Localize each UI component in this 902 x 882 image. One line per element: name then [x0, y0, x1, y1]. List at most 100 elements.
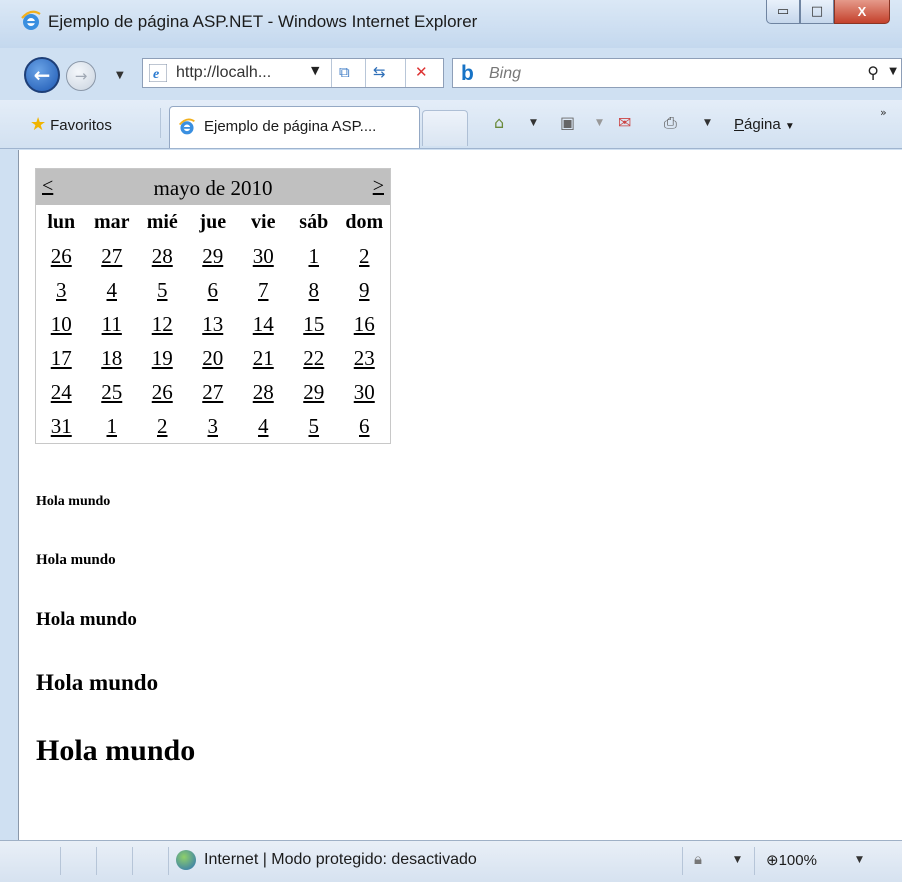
calendar-day-link[interactable]: 20	[188, 346, 239, 371]
calendar-day-link[interactable]: 8	[289, 278, 340, 303]
calendar-week-row: 3456789	[36, 273, 390, 307]
calendar-day-link[interactable]: 15	[289, 312, 340, 337]
search-input[interactable]: Bing	[489, 65, 521, 83]
feeds-dropdown-icon[interactable]: ▼	[596, 118, 603, 128]
globe-icon	[176, 850, 196, 870]
heading-4: Hola mundo	[36, 609, 137, 630]
stop-icon[interactable]: ✕	[415, 63, 428, 81]
calendar-day-link[interactable]: 4	[87, 278, 138, 303]
calendar-day-link[interactable]: 23	[339, 346, 390, 371]
calendar-day-link[interactable]: 21	[238, 346, 289, 371]
tab-active[interactable]: Ejemplo de página ASP....	[169, 106, 420, 148]
calendar-day-link[interactable]: 17	[36, 346, 87, 371]
calendar-day-link[interactable]: 9	[339, 278, 390, 303]
calendar-day-link[interactable]: 29	[188, 244, 239, 269]
minimize-button[interactable]: ▭	[766, 0, 800, 24]
calendar-day-link[interactable]: 28	[238, 380, 289, 405]
bing-logo-icon: b	[461, 62, 474, 85]
new-tab-button[interactable]	[422, 110, 468, 146]
recent-pages-dropdown-icon[interactable]: ▼	[116, 70, 124, 81]
calendar-day-link[interactable]: 13	[188, 312, 239, 337]
calendar-day-link[interactable]: 22	[289, 346, 340, 371]
calendar-day-link[interactable]: 26	[137, 380, 188, 405]
calendar-day-link[interactable]: 30	[238, 244, 289, 269]
page-menu-label: ágina	[744, 116, 781, 133]
ie-logo-icon	[21, 10, 41, 30]
calendar-day-link[interactable]: 1	[87, 414, 138, 439]
calendar-day-link[interactable]: 25	[87, 380, 138, 405]
back-button[interactable]: ←	[24, 57, 60, 93]
calendar-day-link[interactable]: 28	[137, 244, 188, 269]
mail-icon[interactable]: ✉	[618, 113, 631, 132]
heading-3: Hola mundo	[36, 670, 159, 695]
heading-6: Hola mundo	[36, 494, 111, 509]
calendar-day-link[interactable]: 7	[238, 278, 289, 303]
calendar-day-link[interactable]: 5	[289, 414, 340, 439]
address-bar[interactable]: e http://localh... ▼ ⧉ ⇆ ✕	[142, 58, 444, 88]
calendar-day-link[interactable]: 3	[188, 414, 239, 439]
chevron-down-icon: ▼	[784, 121, 795, 132]
home-dropdown-icon[interactable]: ▼	[530, 118, 537, 128]
calendar-day-link[interactable]: 14	[238, 312, 289, 337]
calendar-day-link[interactable]: 12	[137, 312, 188, 337]
calendar-next-month-link[interactable]: >	[373, 175, 384, 198]
print-icon[interactable]: ⎙	[664, 113, 677, 133]
zoom-button[interactable]: ⊕100%	[766, 851, 817, 869]
day-header: vie	[251, 210, 276, 233]
heading-5: Hola mundo	[36, 552, 116, 568]
star-icon: ★	[30, 114, 47, 134]
address-dropdown-icon[interactable]: ▼	[311, 64, 319, 77]
address-url[interactable]: http://localh...	[176, 64, 271, 82]
calendar-day-link[interactable]: 2	[339, 244, 390, 269]
page-menu-button[interactable]: Página ▼	[734, 116, 795, 133]
more-tools-button[interactable]: »	[880, 106, 887, 119]
page-content: < mayo de 2010 > lun mar mié jue vie sáb…	[18, 150, 902, 840]
divider	[168, 847, 169, 875]
calendar-day-link[interactable]: 6	[188, 278, 239, 303]
calendar-day-link[interactable]: 27	[188, 380, 239, 405]
search-options-dropdown-icon[interactable]: ▼	[889, 66, 897, 77]
arrow-left-icon: ←	[33, 63, 51, 87]
calendar-day-link[interactable]: 10	[36, 312, 87, 337]
calendar-day-link[interactable]: 31	[36, 414, 87, 439]
calendar-day-link[interactable]: 19	[137, 346, 188, 371]
calendar-day-link[interactable]: 18	[87, 346, 138, 371]
search-box[interactable]: b Bing ⚲ ▼	[452, 58, 902, 88]
protected-mode-dropdown-icon[interactable]: ▼	[734, 855, 741, 865]
calendar-day-link[interactable]: 26	[36, 244, 87, 269]
search-icon[interactable]: ⚲	[867, 63, 879, 82]
security-zone-text[interactable]: Internet | Modo protegido: desactivado	[204, 851, 477, 869]
calendar-day-link[interactable]: 11	[87, 312, 138, 337]
calendar-day-link[interactable]: 27	[87, 244, 138, 269]
feeds-icon[interactable]: ▣	[560, 113, 575, 132]
close-button[interactable]: X	[834, 0, 890, 24]
divider	[96, 847, 97, 875]
favorites-button[interactable]: ★ Favoritos	[30, 114, 112, 135]
calendar-day-link[interactable]: 6	[339, 414, 390, 439]
day-header: mar	[93, 210, 130, 233]
compatibility-view-icon[interactable]: ⧉	[339, 63, 350, 81]
home-icon[interactable]: ⌂	[494, 113, 504, 132]
calendar-day-link[interactable]: 30	[339, 380, 390, 405]
calendar-day-link[interactable]: 5	[137, 278, 188, 303]
divider	[365, 59, 366, 87]
divider	[160, 108, 161, 138]
calendar-day-link[interactable]: 2	[137, 414, 188, 439]
calendar-day-link[interactable]: 29	[289, 380, 340, 405]
calendar-day-link[interactable]: 1	[289, 244, 340, 269]
close-icon: X	[857, 4, 867, 19]
calendar-day-link[interactable]: 3	[36, 278, 87, 303]
calendar-day-link[interactable]: 4	[238, 414, 289, 439]
forward-button[interactable]: →	[66, 61, 96, 91]
refresh-icon[interactable]: ⇆	[373, 63, 386, 81]
calendar-day-link[interactable]: 24	[36, 380, 87, 405]
calendar-day-link[interactable]: 16	[339, 312, 390, 337]
favorites-label: Favoritos	[50, 117, 112, 134]
calendar-week-row: 24 25 26 27 28 29 30	[36, 375, 390, 409]
zoom-dropdown-icon[interactable]: ▼	[856, 855, 863, 865]
protected-mode-icon[interactable]: 🔒︎	[694, 850, 702, 868]
maximize-button[interactable]: □	[800, 0, 834, 24]
calendar-week-row: 31 1 2 3 4 5 6	[36, 409, 390, 443]
page-menu-accesskey: P	[734, 116, 745, 133]
print-dropdown-icon[interactable]: ▼	[704, 118, 711, 128]
